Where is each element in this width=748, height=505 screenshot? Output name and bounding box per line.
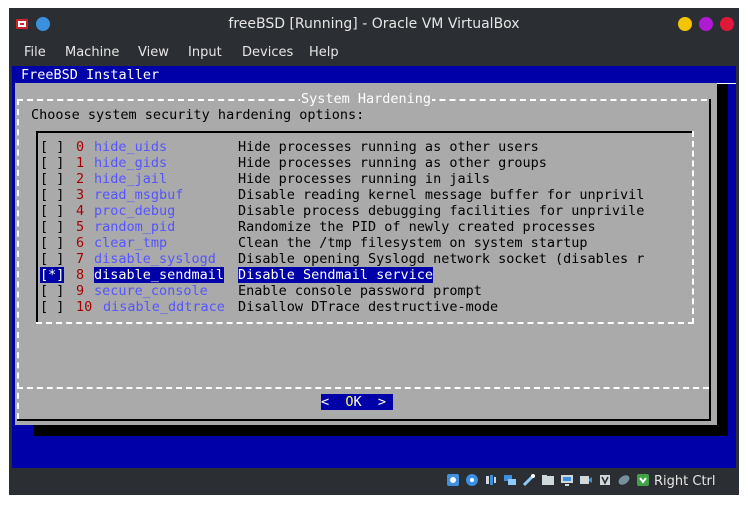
option-index: 10 <box>76 299 93 315</box>
option-name: read_msgbuf <box>94 187 184 203</box>
ok-button[interactable]: < OK > <box>321 394 393 410</box>
option-description: Hide processes running in jails <box>238 171 490 187</box>
option-index: 5 <box>76 219 85 235</box>
checkbox[interactable]: [ ] <box>40 171 64 187</box>
option-index: 4 <box>76 203 85 219</box>
option-description: Disable Sendmail service <box>238 267 434 283</box>
checkbox[interactable]: [*] <box>40 267 65 283</box>
option-index: 1 <box>76 155 85 171</box>
cpu-icon[interactable] <box>598 473 612 487</box>
option-description: Disallow DTrace destructive-mode <box>238 299 499 315</box>
dialog-prompt: Choose system security hardening options… <box>31 107 365 123</box>
ok-button-hotkey: O <box>345 394 354 410</box>
display-icon[interactable] <box>560 473 574 487</box>
network-icon[interactable] <box>503 473 517 487</box>
dialog-title: System Hardening <box>299 91 433 107</box>
audio-icon[interactable] <box>484 473 498 487</box>
option-index: 0 <box>76 139 85 155</box>
option-description: Randomize the PID of newly created proce… <box>238 219 596 235</box>
window-title: freeBSD [Running] - Oracle VM VirtualBox <box>228 16 520 32</box>
option-row-disable-syslogd[interactable]: [ ] 7 disable_syslogd Disable opening Sy… <box>40 251 690 267</box>
option-description: Clean the /tmp filesystem on system star… <box>238 235 588 251</box>
option-row-random-pid[interactable]: [ ] 5 random_pid Randomize the PID of ne… <box>40 219 690 235</box>
menu-bar: File Machine View Input Devices Help <box>9 40 739 66</box>
option-index: 6 <box>76 235 85 251</box>
optical-disk-icon[interactable] <box>465 473 479 487</box>
option-name: hide_uids <box>94 139 168 155</box>
option-index: 8 <box>76 267 85 283</box>
option-name: random_pid <box>94 219 176 235</box>
menu-file[interactable]: File <box>24 40 46 66</box>
option-index: 7 <box>76 251 85 267</box>
dialog-frame-left <box>17 99 19 419</box>
option-name: clear_tmp <box>94 235 168 251</box>
keyboard-icon[interactable] <box>636 473 650 487</box>
option-index: 3 <box>76 187 85 203</box>
option-row-proc-debug[interactable]: [ ] 4 proc_debug Disable process debuggi… <box>40 203 690 219</box>
checkbox[interactable]: [ ] <box>40 203 64 219</box>
option-name: secure_console <box>94 283 208 299</box>
dialog-frame-bottom <box>17 419 711 421</box>
list-frame-left <box>36 131 38 323</box>
option-description: Disable opening Syslogd network socket (… <box>238 251 645 267</box>
list-frame-top <box>36 131 692 133</box>
vm-display[interactable]: FreeBSD Installer System Hardening Choos… <box>12 66 736 468</box>
checkbox[interactable]: [ ] <box>40 187 64 203</box>
option-row-secure-console[interactable]: [ ] 9 secure_console Enable console pass… <box>40 283 690 299</box>
option-description: Disable process debugging facilities for… <box>238 203 645 219</box>
option-name: proc_debug <box>94 203 176 219</box>
ok-button-left-bracket: < <box>321 394 346 410</box>
option-row-hide-jail[interactable]: [ ] 2 hide_jail Hide processes running i… <box>40 171 690 187</box>
installer-title: FreeBSD Installer <box>21 67 160 83</box>
option-row-read-msgbuf[interactable]: [ ] 3 read_msgbuf Disable reading kernel… <box>40 187 690 203</box>
list-frame-right <box>692 131 694 324</box>
option-index: 2 <box>76 171 85 187</box>
button-separator <box>17 387 709 389</box>
checkbox[interactable]: [ ] <box>40 219 64 235</box>
option-index: 9 <box>76 283 85 299</box>
option-description: Hide processes running as other groups <box>238 155 547 171</box>
option-row-disable-sendmail[interactable]: [*] 8 disable_sendmail Disable Sendmail … <box>40 267 690 283</box>
option-name: hide_jail <box>94 171 168 187</box>
usb-icon[interactable] <box>522 473 536 487</box>
checkbox[interactable]: [ ] <box>40 155 64 171</box>
option-row-hide-uids[interactable]: [ ] 0 hide_uids Hide processes running a… <box>40 139 690 155</box>
option-row-disable-ddtrace[interactable]: [ ] 10 disable_ddtrace Disallow DTrace d… <box>40 299 690 315</box>
option-name: disable_sendmail <box>94 267 225 283</box>
maximize-button[interactable] <box>699 17 713 31</box>
menu-machine[interactable]: Machine <box>65 40 119 66</box>
title-bar[interactable]: freeBSD [Running] - Oracle VM VirtualBox <box>9 8 739 40</box>
option-name: disable_ddtrace <box>103 299 225 315</box>
checkbox[interactable]: [ ] <box>40 251 64 267</box>
minimize-button[interactable] <box>678 17 692 31</box>
status-bar: Right Ctrl <box>9 468 739 495</box>
menu-devices[interactable]: Devices <box>242 40 293 66</box>
option-name: hide_gids <box>94 155 168 171</box>
option-description: Disable reading kernel message buffer fo… <box>238 187 645 203</box>
mouse-integration-icon[interactable] <box>617 473 631 487</box>
menu-input[interactable]: Input <box>188 40 222 66</box>
system-hardening-dialog: System Hardening Choose system security … <box>15 83 717 425</box>
checkbox[interactable]: [ ] <box>40 283 64 299</box>
checkbox[interactable]: [ ] <box>40 235 64 251</box>
option-row-hide-gids[interactable]: [ ] 1 hide_gids Hide processes running a… <box>40 155 690 171</box>
option-description: Enable console password prompt <box>238 283 482 299</box>
virtualbox-window: freeBSD [Running] - Oracle VM VirtualBox… <box>9 8 739 495</box>
video-capture-icon[interactable] <box>579 473 593 487</box>
option-name: disable_syslogd <box>94 251 216 267</box>
dialog-frame-right <box>709 99 711 421</box>
close-button[interactable] <box>720 17 734 31</box>
menu-view[interactable]: View <box>138 40 169 66</box>
option-description: Hide processes running as other users <box>238 139 539 155</box>
shared-folders-icon[interactable] <box>541 473 555 487</box>
list-frame-bottom <box>36 322 694 324</box>
checkbox[interactable]: [ ] <box>40 299 64 315</box>
option-row-clear-tmp[interactable]: [ ] 6 clear_tmp Clean the /tmp filesyste… <box>40 235 690 251</box>
menu-help[interactable]: Help <box>309 40 339 66</box>
hard-disk-icon[interactable] <box>446 473 460 487</box>
host-key-label: Right Ctrl <box>654 474 716 489</box>
ok-button-label: K > <box>353 394 387 410</box>
checkbox[interactable]: [ ] <box>40 139 64 155</box>
